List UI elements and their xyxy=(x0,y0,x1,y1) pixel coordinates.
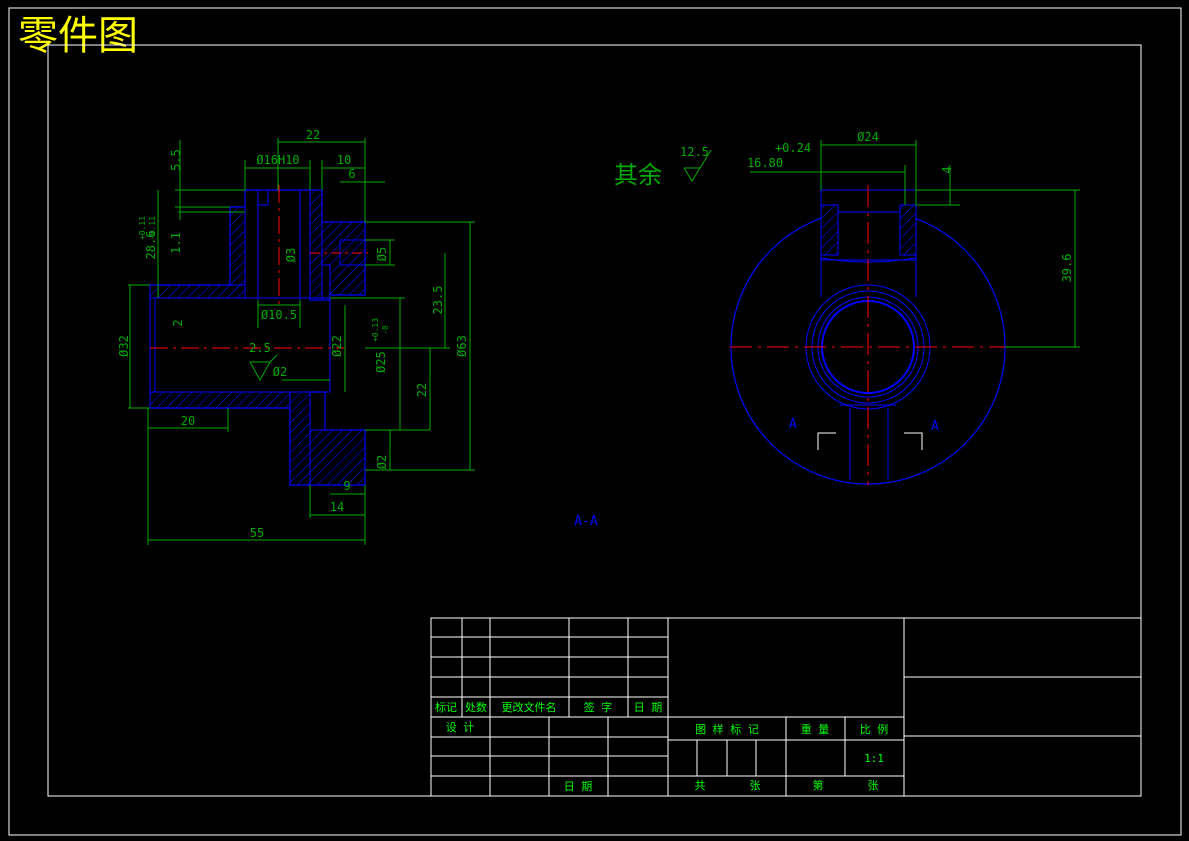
dim-text: 14 xyxy=(330,500,344,514)
roughness-symbol xyxy=(683,167,701,182)
plan-view: A A Ø24 +0.24 16.80 4 39.6 xyxy=(730,130,1080,485)
weight-label: 重 量 xyxy=(801,722,830,736)
roughness-prefix: 其余 xyxy=(614,161,662,189)
hatch-upper-right xyxy=(309,189,323,301)
dim-text: Ø22 xyxy=(330,335,344,357)
dim-text: Ø63 xyxy=(455,335,469,357)
dim-text: Ø2 xyxy=(273,365,287,379)
dim-text: 2.5 xyxy=(249,341,271,355)
dim-text: 55 xyxy=(250,526,264,540)
dim-text: Ø25 xyxy=(374,351,388,373)
dim-text: 9 xyxy=(343,479,350,493)
sheet-unit: 张 xyxy=(750,779,761,792)
dim-text: Ø5 xyxy=(375,247,389,261)
section-view-label: A-A xyxy=(574,514,598,529)
dim-text: 22 xyxy=(306,128,320,142)
section-view: 22 Ø16H10 10 6 5.5 28.6 +0.11 -0.11 1.1 … xyxy=(117,128,475,545)
dim-text: +0.13 xyxy=(371,318,380,342)
drawing-mark-label: 图 样 标 记 xyxy=(695,722,759,736)
rev-header-date: 日 期 xyxy=(634,701,663,714)
hatch-bottom-boss xyxy=(309,429,366,486)
total-label: 共 xyxy=(695,779,706,792)
date-label: 日 期 xyxy=(564,780,593,793)
page-unit: 张 xyxy=(868,779,879,792)
dim-text: 20 xyxy=(181,414,195,428)
dim-text: +0.11 xyxy=(138,216,147,240)
dim-text: Ø32 xyxy=(117,335,131,357)
dim-text: 23.5 xyxy=(431,286,445,315)
dim-text: 2 xyxy=(171,319,185,326)
drawing-canvas: 22 Ø16H10 10 6 5.5 28.6 +0.11 -0.11 1.1 … xyxy=(8,7,1182,836)
rev-header-sign: 签 字 xyxy=(584,700,613,714)
design-label: 设 计 xyxy=(446,721,475,734)
hatch-top-plate xyxy=(149,284,246,299)
dim-text: 10 xyxy=(337,153,351,167)
roughness-note: 其余 12.5 xyxy=(614,145,712,189)
dim-text: -0 xyxy=(381,325,390,335)
section-marker-right: A xyxy=(931,419,939,434)
hatch-bottom-web xyxy=(289,391,311,486)
hatch-bottom-plate xyxy=(149,391,291,409)
dim-text: 1.1 xyxy=(169,232,183,254)
page-label: 第 xyxy=(813,778,824,792)
dim-text: Ø24 xyxy=(857,130,879,144)
scale-value: 1:1 xyxy=(864,752,884,765)
scale-label: 比 例 xyxy=(860,722,889,736)
rev-header-mark: 标记 xyxy=(435,700,457,714)
hatch-upper-flange xyxy=(229,206,246,286)
dim-text: Ø3 xyxy=(284,248,298,262)
dim-text: 4 xyxy=(940,166,954,173)
dim-text: 5.5 xyxy=(169,149,183,171)
dim-text: 16.80 xyxy=(747,156,783,170)
inner-frame xyxy=(47,44,1142,797)
rev-header-count: 处数 xyxy=(465,701,487,714)
roughness-value: 12.5 xyxy=(680,145,709,159)
dim-text: Ø16H10 xyxy=(256,153,299,167)
dim-text: 6 xyxy=(348,167,355,181)
dim-text: +0.24 xyxy=(775,141,811,155)
rev-header-doc: 更改文件名 xyxy=(502,700,557,714)
dim-text: 22 xyxy=(415,383,429,397)
dim-text: Ø2 xyxy=(375,455,389,469)
section-marker-left: A xyxy=(789,417,797,432)
dim-text: Ø10.5 xyxy=(261,308,297,322)
dim-text: -0.11 xyxy=(148,216,157,240)
dim-text: 39.6 xyxy=(1060,254,1074,283)
hatch-boss xyxy=(321,221,366,296)
